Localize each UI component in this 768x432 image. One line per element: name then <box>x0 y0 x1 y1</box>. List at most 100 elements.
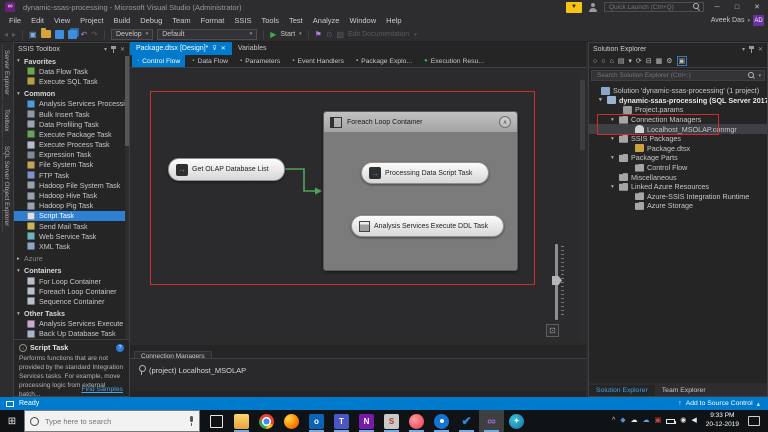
side-tab-sql-server-object-explorer[interactable]: SQL Server Object Explorer <box>2 140 10 232</box>
taskbar-ssms-icon[interactable]: S <box>379 410 404 432</box>
designer-tab-event-handlers[interactable]: ▪Event Handlers <box>287 55 349 67</box>
onedrive-icon[interactable]: ☁ <box>643 410 650 432</box>
toolbox-item-execute-sql-task[interactable]: Execute SQL Task <box>14 76 129 86</box>
menu-tools[interactable]: Tools <box>257 16 285 25</box>
filter-icon[interactable]: ▼ <box>566 2 582 13</box>
canvas-zoom-slider[interactable] <box>551 244 565 320</box>
new-project-icon[interactable]: ▣ <box>29 27 37 42</box>
designer-tab-control-flow[interactable]: ▪Control Flow <box>132 55 185 67</box>
taskbar-todo-check-icon[interactable]: ✔ <box>454 410 479 432</box>
solution-explorer-search[interactable]: ▾ <box>591 70 765 81</box>
battery-icon[interactable] <box>666 419 675 424</box>
toolbox-item-analysis-services-processin[interactable]: Analysis Services Processin... <box>14 99 129 109</box>
doc-tab-package-dtsx-design[interactable]: Package.dtsx [Design]*⊽✕ <box>130 42 232 55</box>
start-debug-icon[interactable]: ▶ <box>270 30 276 39</box>
toolbox-item-expression-task[interactable]: Expression Task <box>14 150 129 160</box>
toolbox-item-hadoop-pig-task[interactable]: Hadoop Pig Task <box>14 201 129 211</box>
feedback-icon[interactable] <box>588 2 598 12</box>
cloud-icon[interactable]: ☁ <box>631 410 638 432</box>
defender-icon[interactable]: ◆ <box>620 410 625 432</box>
taskbar-file-explorer-icon[interactable] <box>229 410 254 432</box>
minimize-button[interactable]: ─ <box>710 4 724 11</box>
quick-launch-box[interactable] <box>604 2 704 12</box>
avatar[interactable]: AD <box>753 15 764 26</box>
collapse-all-icon[interactable]: ⊟ <box>646 57 652 65</box>
control-flow-canvas[interactable]: → Get OLAP Database List Foreach Loop Co… <box>130 67 586 345</box>
toolbox-item-hadoop-hive-task[interactable]: Hadoop Hive Task <box>14 190 129 200</box>
view-dropdown-icon[interactable]: ▾ <box>628 57 632 65</box>
sync-icon[interactable]: ⟳ <box>636 57 642 65</box>
side-tab-toolbox[interactable]: Toolbox <box>2 103 10 137</box>
taskbar-onenote-icon[interactable]: N <box>354 410 379 432</box>
taskbar-search[interactable] <box>24 410 200 432</box>
toolbox-item-web-service-task[interactable]: Web Service Task <box>14 231 129 241</box>
quick-launch-input[interactable] <box>607 3 693 12</box>
close-icon[interactable]: ✕ <box>120 46 125 53</box>
scrollbar[interactable] <box>125 56 129 339</box>
toolbox-group-favorites[interactable]: ▾Favorites <box>14 56 129 66</box>
network-icon[interactable]: ◉ <box>680 410 686 432</box>
pending-changes-icon[interactable]: ▤ <box>618 57 625 65</box>
navigate-back-icon[interactable]: ◂ <box>4 27 8 42</box>
tree-item-project-params[interactable]: Project.params <box>589 105 767 115</box>
taskbar-pink-app-icon[interactable] <box>404 410 429 432</box>
toolbox-item-execute-process-task[interactable]: Execute Process Task <box>14 140 129 150</box>
toolbox-item-ftp-task[interactable]: FTP Task <box>14 170 129 180</box>
menu-file[interactable]: File <box>4 16 26 25</box>
menu-window[interactable]: Window <box>344 16 381 25</box>
menu-test[interactable]: Test <box>284 16 308 25</box>
open-folder-icon[interactable] <box>41 30 51 38</box>
toolbox-item-xml-task[interactable]: XML Task <box>14 241 129 251</box>
chevron-down-icon[interactable]: ▾ <box>104 46 107 53</box>
designer-tab-package-explo[interactable]: ▪Package Explo... <box>351 55 417 67</box>
collapse-container-icon[interactable]: ∧ <box>499 116 511 128</box>
menu-build[interactable]: Build <box>109 16 136 25</box>
recording-icon[interactable]: ▣ <box>655 410 662 432</box>
menu-view[interactable]: View <box>49 16 75 25</box>
menu-analyze[interactable]: Analyze <box>308 16 345 25</box>
designer-tab-parameters[interactable]: ▪Parameters <box>235 55 285 67</box>
solution-search-input[interactable] <box>595 71 746 80</box>
connection-manager-item[interactable]: (project) Localhost_MSOLAP <box>138 365 586 375</box>
edit-documentation-button[interactable]: Edit Documentation <box>348 27 409 42</box>
tree-item-package-dtsx[interactable]: Package.dtsx <box>589 144 767 154</box>
pin-icon[interactable]: ⊽ <box>212 45 216 52</box>
tree-item-dynamic-ssas-processing-sql-server-2017[interactable]: ▾dynamic-ssas-processing (SQL Server 201… <box>589 96 767 106</box>
tree-item-connection-managers[interactable]: ▾Connection Managers <box>589 115 767 125</box>
menu-project[interactable]: Project <box>75 16 108 25</box>
tree-item-localhost-msolap-conmgr[interactable]: Localhost_MSOLAP.conmgr <box>589 124 767 134</box>
tree-item-linked-azure-resources[interactable]: ▾Linked Azure Resources <box>589 182 767 192</box>
flag-icon[interactable]: ⚑ <box>315 27 322 42</box>
tree-item-control-flow[interactable]: Control Flow <box>589 163 767 173</box>
foreach-loop-container[interactable]: Foreach Loop Container ∧ → Processing Da… <box>323 111 518 271</box>
tree-item-azure-ssis-integration-runtime[interactable]: Azure-SSIS Integration Runtime <box>589 192 767 202</box>
taskbar-teams-icon[interactable]: T <box>329 410 354 432</box>
action-center-icon[interactable] <box>748 416 760 426</box>
tree-item-package-parts[interactable]: ▾Package Parts <box>589 153 767 163</box>
side-tab-server-explorer[interactable]: Server Explorer <box>2 44 10 101</box>
undo-icon[interactable]: ↶ <box>81 27 88 42</box>
taskbar-visual-studio-icon[interactable]: ∞ <box>479 410 504 432</box>
scrollbar-thumb[interactable] <box>125 56 129 146</box>
taskbar-clock[interactable]: 9:33 PM 20-12-2019 <box>702 412 743 430</box>
user-name[interactable]: Aveek Das <box>711 17 745 24</box>
gear-icon[interactable]: ⊙ <box>326 27 333 42</box>
designer-tab-execution-resu[interactable]: ●Execution Resu... <box>419 55 489 67</box>
bottom-tab-team-explorer[interactable]: Team Explorer <box>655 385 713 396</box>
doc-tab-variables[interactable]: Variables <box>232 42 273 55</box>
close-button[interactable]: ✕ <box>750 3 764 11</box>
develop-dropdown[interactable]: Develop ▾ <box>111 29 153 40</box>
scrollbar-thumb[interactable] <box>580 80 585 150</box>
tree-item-miscellaneous[interactable]: Miscellaneous <box>589 172 767 182</box>
toolbox-group-common[interactable]: ▾Common <box>14 89 129 99</box>
tree-item-azure-storage[interactable]: Azure Storage <box>589 201 767 211</box>
back-icon[interactable]: ○ <box>593 58 597 65</box>
foreach-loop-container-header[interactable]: Foreach Loop Container ∧ <box>324 112 517 132</box>
save-all-icon[interactable] <box>68 30 77 39</box>
pin-icon[interactable] <box>111 46 116 53</box>
designer-tab-data-flow[interactable]: ▪Data Flow <box>187 55 233 67</box>
toolbox-item-file-system-task[interactable]: File System Task <box>14 160 129 170</box>
menu-format[interactable]: Format <box>196 16 230 25</box>
toolbox-item-analysis-services-execute-d[interactable]: Analysis Services Execute D... <box>14 319 129 329</box>
add-to-source-control[interactable]: ↑ Add to Source Control ▴ <box>678 400 760 408</box>
